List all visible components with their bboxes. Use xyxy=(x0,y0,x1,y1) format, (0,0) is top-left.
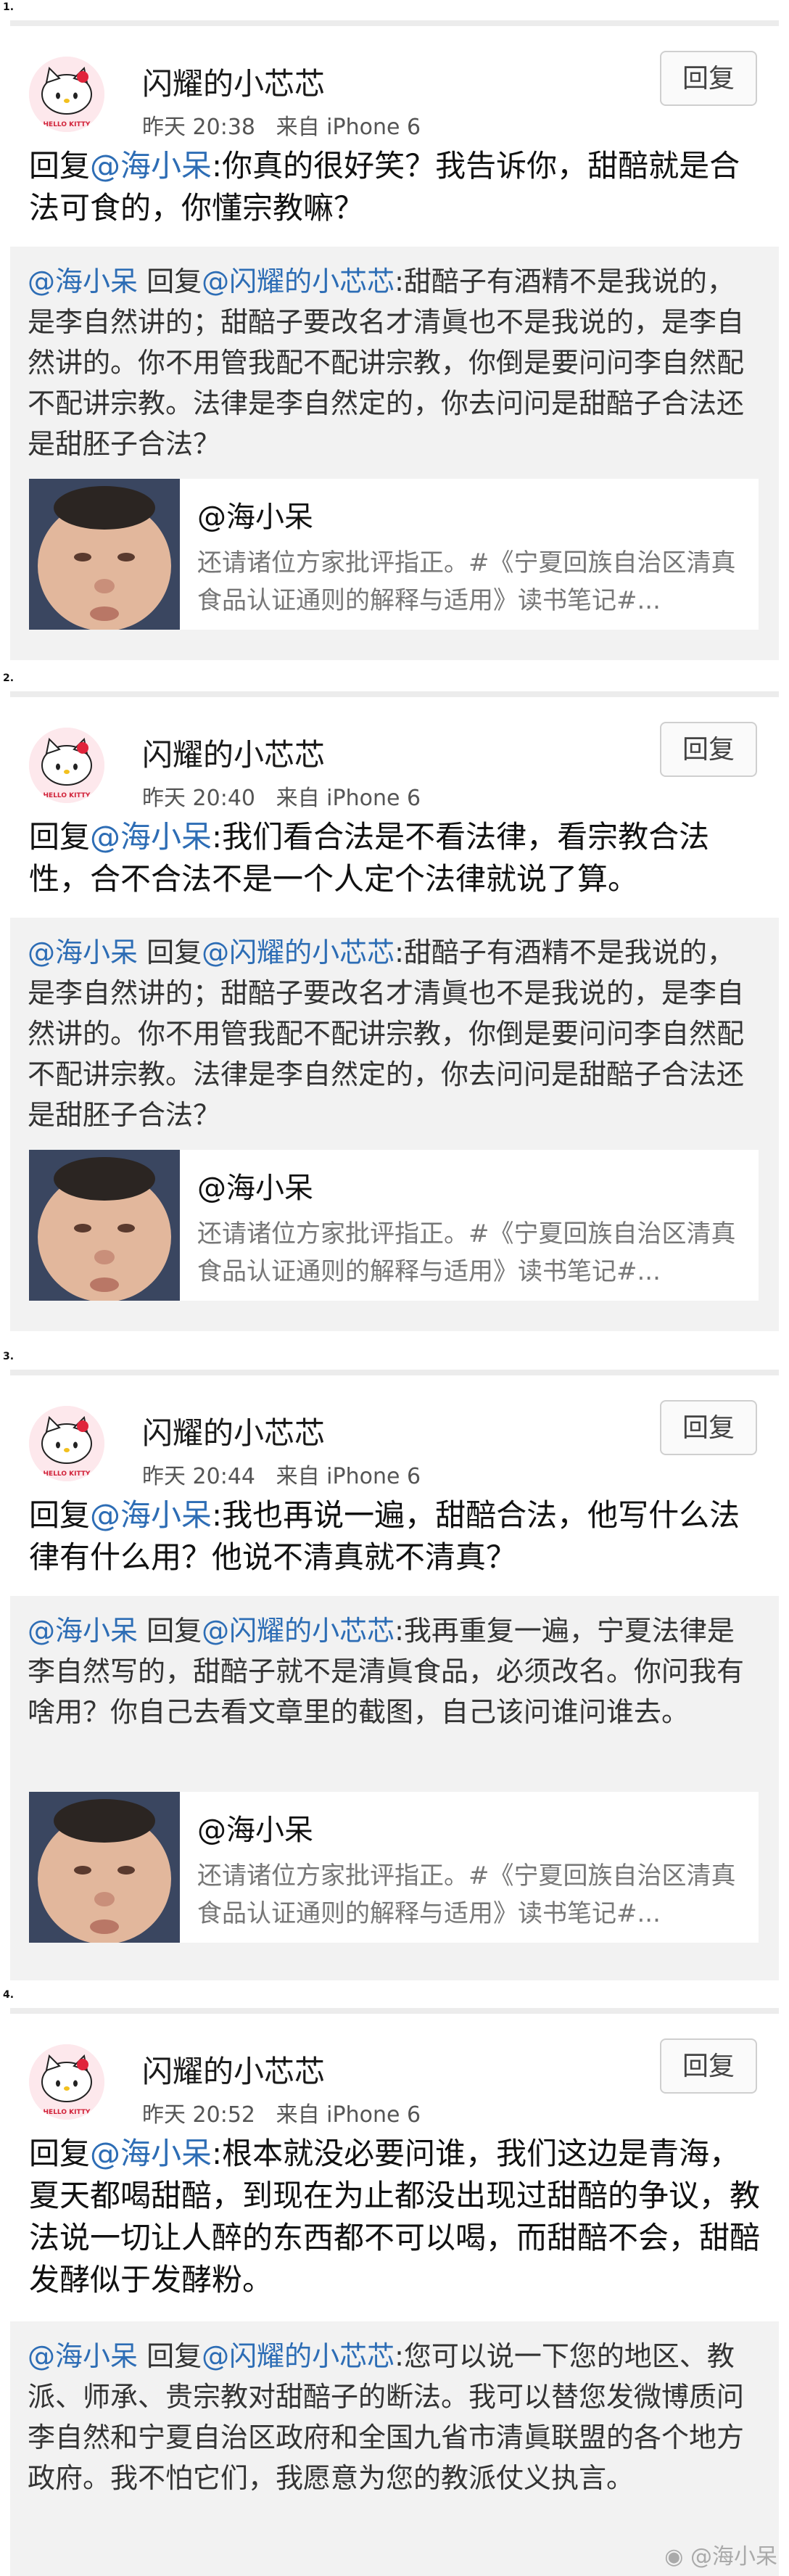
quoted-comment[interactable]: @海小呆 回复@闪耀的小芯芯:您可以说一下您的地区、教派、师承、贵宗教对甜醅子的… xyxy=(10,2321,779,2576)
author-name[interactable]: 闪耀的小芯芯 xyxy=(142,1409,325,1453)
reply-button[interactable]: 回复 xyxy=(660,722,757,777)
baby-photo-icon xyxy=(29,479,180,630)
reply-prefix: 回复 xyxy=(29,2136,91,2171)
post-meta: 昨天 20:40 来自 iPhone 6 xyxy=(142,780,421,812)
post-meta: 昨天 20:52 来自 iPhone 6 xyxy=(142,2096,421,2128)
post-source: 来自 iPhone 6 xyxy=(276,786,421,811)
post-number: 4. xyxy=(3,1989,15,2001)
quote-user-link[interactable]: @海小呆 xyxy=(28,937,138,968)
avatar[interactable]: HELLO KITTY xyxy=(29,1406,104,1481)
original-post-card[interactable]: @海小呆 还请诸位方家批评指正。#《宁夏回族自治区清真食品认证通则的解释与适用》… xyxy=(29,479,759,630)
quoted-text: @海小呆 回复@闪耀的小芯芯:您可以说一下您的地区、教派、师承、贵宗教对甜醅子的… xyxy=(28,2336,760,2498)
quote-mention-link[interactable]: @闪耀的小芯芯 xyxy=(202,937,394,968)
post-number: 3. xyxy=(3,1351,15,1362)
avatar[interactable]: HELLO KITTY xyxy=(29,728,104,803)
post-time: 昨天 20:44 xyxy=(142,1464,255,1489)
reply-prefix: 回复 xyxy=(29,148,91,184)
author-name[interactable]: 闪耀的小芯芯 xyxy=(142,2047,325,2091)
quote-user-link[interactable]: @海小呆 xyxy=(28,1615,138,1647)
card-thumbnail xyxy=(29,1150,180,1301)
quoted-text: @海小呆 回复@闪耀的小芯芯:甜醅子有酒精不是我说的，是李自然讲的；甜醅子要改名… xyxy=(28,261,760,464)
reply-mention-link[interactable]: @海小呆 xyxy=(90,1497,212,1533)
card-title: @海小呆 xyxy=(197,1814,313,1847)
quote-reply-prefix: 回复 xyxy=(138,266,202,297)
post-3: 3. HELLO KITTY 闪耀的小芯芯 昨天 20:44 来自 iPhone… xyxy=(0,1349,789,2002)
original-post-card[interactable]: @海小呆 还请诸位方家批评指正。#《宁夏回族自治区清真食品认证通则的解释与适用》… xyxy=(29,1792,759,1943)
quoted-comment[interactable]: @海小呆 回复@闪耀的小芯芯:我再重复一遍，宁夏法律是李自然写的，甜醅子就不是清… xyxy=(10,1596,779,1980)
quote-user-link[interactable]: @海小呆 xyxy=(28,266,138,297)
quote-mention-link[interactable]: @闪耀的小芯芯 xyxy=(202,2340,394,2372)
svg-text:HELLO KITTY: HELLO KITTY xyxy=(44,1470,91,1478)
post-source: 来自 iPhone 6 xyxy=(276,115,421,140)
avatar[interactable]: HELLO KITTY xyxy=(29,57,104,132)
quote-reply-prefix: 回复 xyxy=(138,1615,202,1647)
quoted-text: @海小呆 回复@闪耀的小芯芯:甜醅子有酒精不是我说的，是李自然讲的；甜醅子要改名… xyxy=(28,932,760,1135)
card-description: 还请诸位方家批评指正。#《宁夏回族自治区清真食品认证通则的解释与适用》读书笔记#… xyxy=(197,1219,736,1286)
hello-kitty-avatar-icon: HELLO KITTY xyxy=(29,57,104,132)
hello-kitty-avatar-icon: HELLO KITTY xyxy=(29,1406,104,1481)
reply-mention-link[interactable]: @海小呆 xyxy=(90,2136,212,2171)
original-post-card[interactable]: @海小呆 还请诸位方家批评指正。#《宁夏回族自治区清真食品认证通则的解释与适用》… xyxy=(29,1150,759,1301)
card-thumbnail xyxy=(29,1792,180,1943)
quote-user-link[interactable]: @海小呆 xyxy=(28,2340,138,2372)
reply-mention-link[interactable]: @海小呆 xyxy=(90,148,212,184)
divider xyxy=(10,691,779,697)
reply-button[interactable]: 回复 xyxy=(660,51,757,106)
divider xyxy=(10,2008,779,2014)
watermark-text: @海小呆 xyxy=(690,2544,777,2569)
post-4: 4. HELLO KITTY 闪耀的小芯芯 昨天 20:52 来自 iPhone… xyxy=(0,1988,789,2576)
post-meta: 昨天 20:44 来自 iPhone 6 xyxy=(142,1458,421,1490)
svg-text:HELLO KITTY: HELLO KITTY xyxy=(44,792,91,799)
hello-kitty-avatar-icon: HELLO KITTY xyxy=(29,2044,104,2120)
quoted-comment[interactable]: @海小呆 回复@闪耀的小芯芯:甜醅子有酒精不是我说的，是李自然讲的；甜醅子要改名… xyxy=(10,918,779,1331)
quote-mention-link[interactable]: @闪耀的小芯芯 xyxy=(202,266,394,297)
card-description: 还请诸位方家批评指正。#《宁夏回族自治区清真食品认证通则的解释与适用》读书笔记#… xyxy=(197,548,736,615)
reply-mention-link[interactable]: @海小呆 xyxy=(90,819,212,855)
reply-text: 回复@海小呆:你真的很好笑？我告诉你，甜醅就是合法可食的，你懂宗教嘛？ xyxy=(29,145,761,229)
post-time: 昨天 20:52 xyxy=(142,2102,255,2128)
post-meta: 昨天 20:38 来自 iPhone 6 xyxy=(142,109,421,141)
svg-text:HELLO KITTY: HELLO KITTY xyxy=(44,121,91,128)
svg-text:HELLO KITTY: HELLO KITTY xyxy=(44,2109,91,2116)
card-title: @海小呆 xyxy=(197,501,313,534)
reply-button[interactable]: 回复 xyxy=(660,2038,757,2094)
weibo-watermark: ◉ @海小呆 xyxy=(664,2538,777,2570)
card-description: 还请诸位方家批评指正。#《宁夏回族自治区清真食品认证通则的解释与适用》读书笔记#… xyxy=(197,1861,736,1928)
post-number: 2. xyxy=(3,672,15,684)
quoted-comment[interactable]: @海小呆 回复@闪耀的小芯芯:甜醅子有酒精不是我说的，是李自然讲的；甜醅子要改名… xyxy=(10,247,779,660)
post-time: 昨天 20:40 xyxy=(142,786,255,811)
card-title: @海小呆 xyxy=(197,1172,313,1205)
divider xyxy=(10,1370,779,1375)
quote-reply-prefix: 回复 xyxy=(138,2340,202,2372)
reply-prefix: 回复 xyxy=(29,819,91,855)
post-time: 昨天 20:38 xyxy=(142,115,255,140)
weibo-logo-icon: ◉ xyxy=(664,2544,690,2569)
author-name[interactable]: 闪耀的小芯芯 xyxy=(142,731,325,775)
post-source: 来自 iPhone 6 xyxy=(276,2102,421,2128)
avatar[interactable]: HELLO KITTY xyxy=(29,2044,104,2120)
post-number: 1. xyxy=(3,1,15,13)
baby-photo-icon xyxy=(29,1150,180,1301)
quote-reply-prefix: 回复 xyxy=(138,937,202,968)
card-thumbnail xyxy=(29,479,180,630)
page: { "posts": [ { "number": "1.", "author":… xyxy=(0,0,789,2576)
post-1: 1. HELLO KITTY 闪耀的小芯芯 昨天 20:38 来自 iPhone… xyxy=(0,0,789,667)
quoted-text: @海小呆 回复@闪耀的小芯芯:我再重复一遍，宁夏法律是李自然写的，甜醅子就不是清… xyxy=(28,1610,760,1732)
reply-text: 回复@海小呆:我也再说一遍，甜醅合法，他写什么法律有什么用？他说不清真就不清真？ xyxy=(29,1494,761,1579)
quote-mention-link[interactable]: @闪耀的小芯芯 xyxy=(202,1615,394,1647)
reply-text: 回复@海小呆:我们看合法是不看法律，看宗教合法性，合不合法不是一个人定个法律就说… xyxy=(29,816,761,900)
hello-kitty-avatar-icon: HELLO KITTY xyxy=(29,728,104,803)
post-source: 来自 iPhone 6 xyxy=(276,1464,421,1489)
post-2: 2. HELLO KITTY 闪耀的小芯芯 昨天 20:40 来自 iPhone… xyxy=(0,671,789,1338)
divider xyxy=(10,20,779,26)
reply-prefix: 回复 xyxy=(29,1497,91,1533)
reply-text: 回复@海小呆:根本就没必要问谁，我们这边是青海，夏天都喝甜醅，到现在为止都没出现… xyxy=(29,2133,761,2301)
baby-photo-icon xyxy=(29,1792,180,1943)
reply-button[interactable]: 回复 xyxy=(660,1400,757,1455)
author-name[interactable]: 闪耀的小芯芯 xyxy=(142,59,325,104)
